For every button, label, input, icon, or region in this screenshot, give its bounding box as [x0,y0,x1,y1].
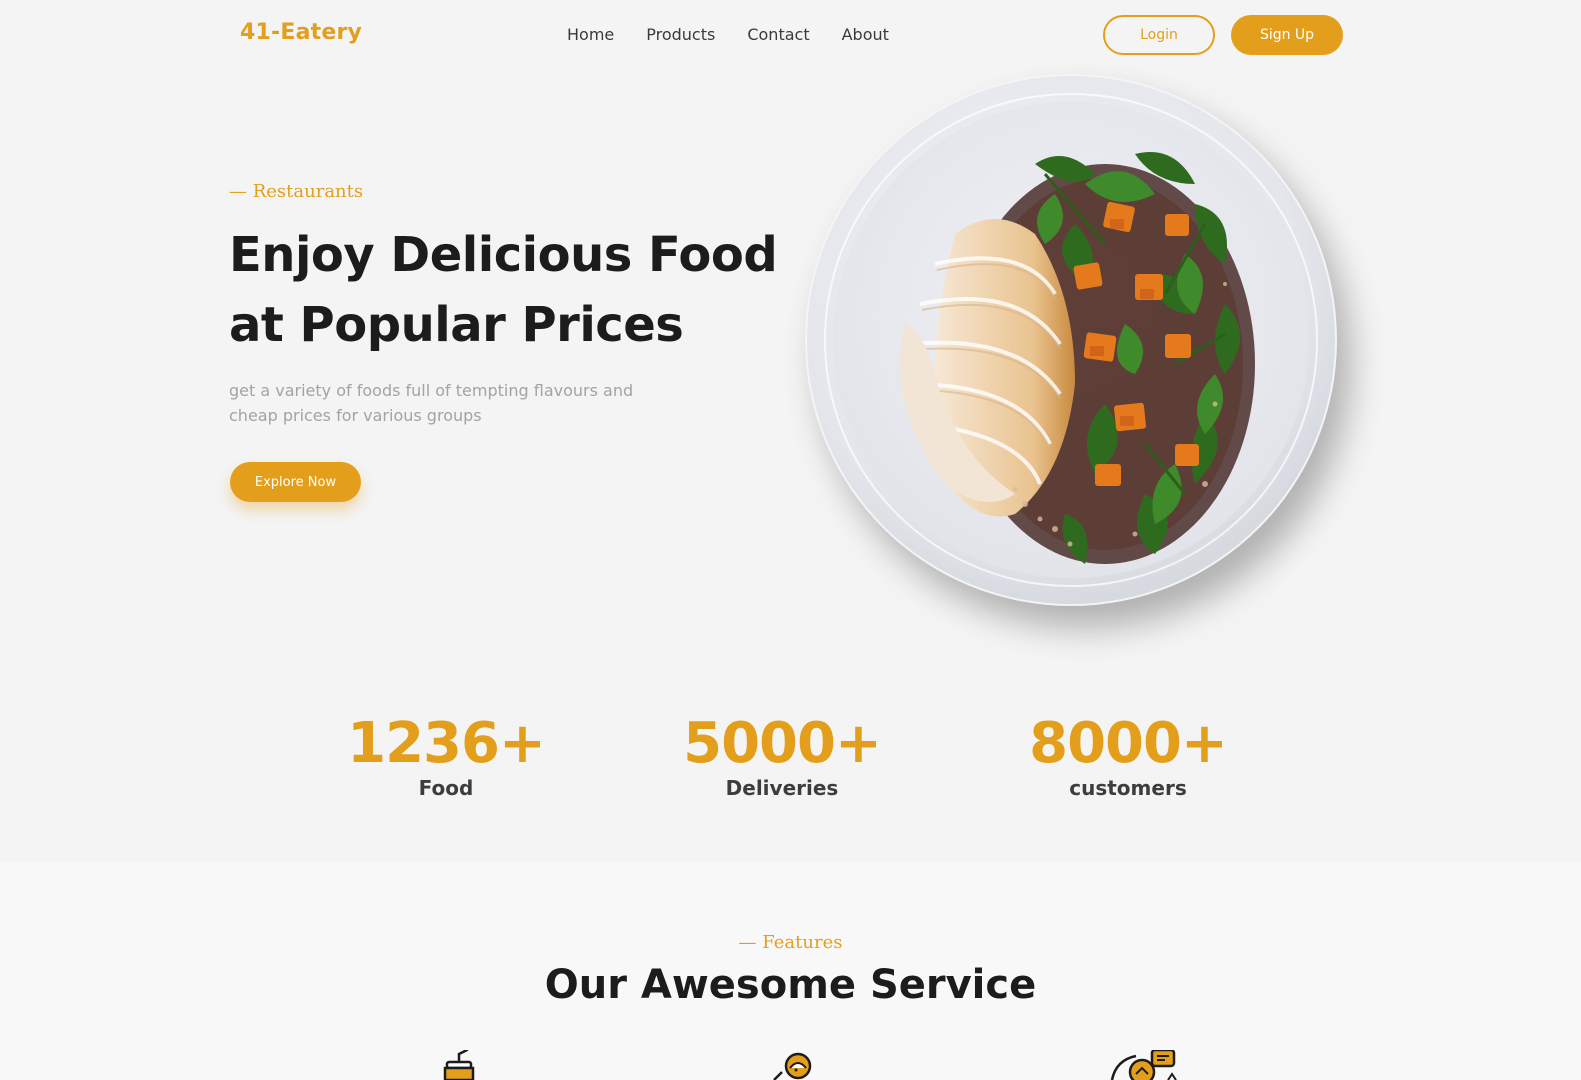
nav-link-home[interactable]: Home [567,25,614,44]
features-section: — Features Our Awesome Service [0,862,1581,1080]
hero-description: get a variety of foods full of tempting … [229,381,634,425]
stat-label: customers [1069,776,1187,800]
nav-link-products[interactable]: Products [646,25,715,44]
delivery-chat-icon [1110,1050,1177,1080]
hero-title-line-2: at Popular Prices [229,297,684,353]
hero-title: Enjoy Delicious Food at Popular Prices [229,220,789,360]
stat-label: Deliveries [725,776,839,800]
stat-food: 1236+ Food [326,711,566,801]
signup-button[interactable]: Sign Up [1231,15,1343,55]
hero-food-image [805,74,1337,606]
features-eyebrow: — Features [738,932,843,953]
features-title: Our Awesome Service [544,962,1037,1008]
landing-page: 41-Eatery Home Products Contact About Lo… [0,0,1581,1080]
hero-eyebrow: — Restaurants [229,181,364,202]
top-navigation: 41-Eatery Home Products Contact About Lo… [0,0,1581,72]
stat-value: 5000+ [683,711,882,776]
stat-value: 8000+ [1029,711,1228,776]
nav-link-contact[interactable]: Contact [747,25,809,44]
login-button[interactable]: Login [1103,15,1215,55]
drink-cup-icon [443,1050,475,1080]
plate-illustration [807,76,1335,604]
chef-icon [773,1052,812,1080]
main-menu: Home Products Contact About [567,25,889,44]
nav-link-about[interactable]: About [842,25,889,44]
stat-label: Food [418,776,474,800]
hero-title-line-1: Enjoy Delicious Food [229,227,778,283]
stat-value: 1236+ [347,711,546,776]
stat-deliveries: 5000+ Deliveries [662,711,902,801]
logo[interactable]: 41-Eatery [240,20,362,45]
explore-now-button[interactable]: Explore Now [230,462,361,502]
stat-customers: 8000+ customers [1008,711,1248,801]
